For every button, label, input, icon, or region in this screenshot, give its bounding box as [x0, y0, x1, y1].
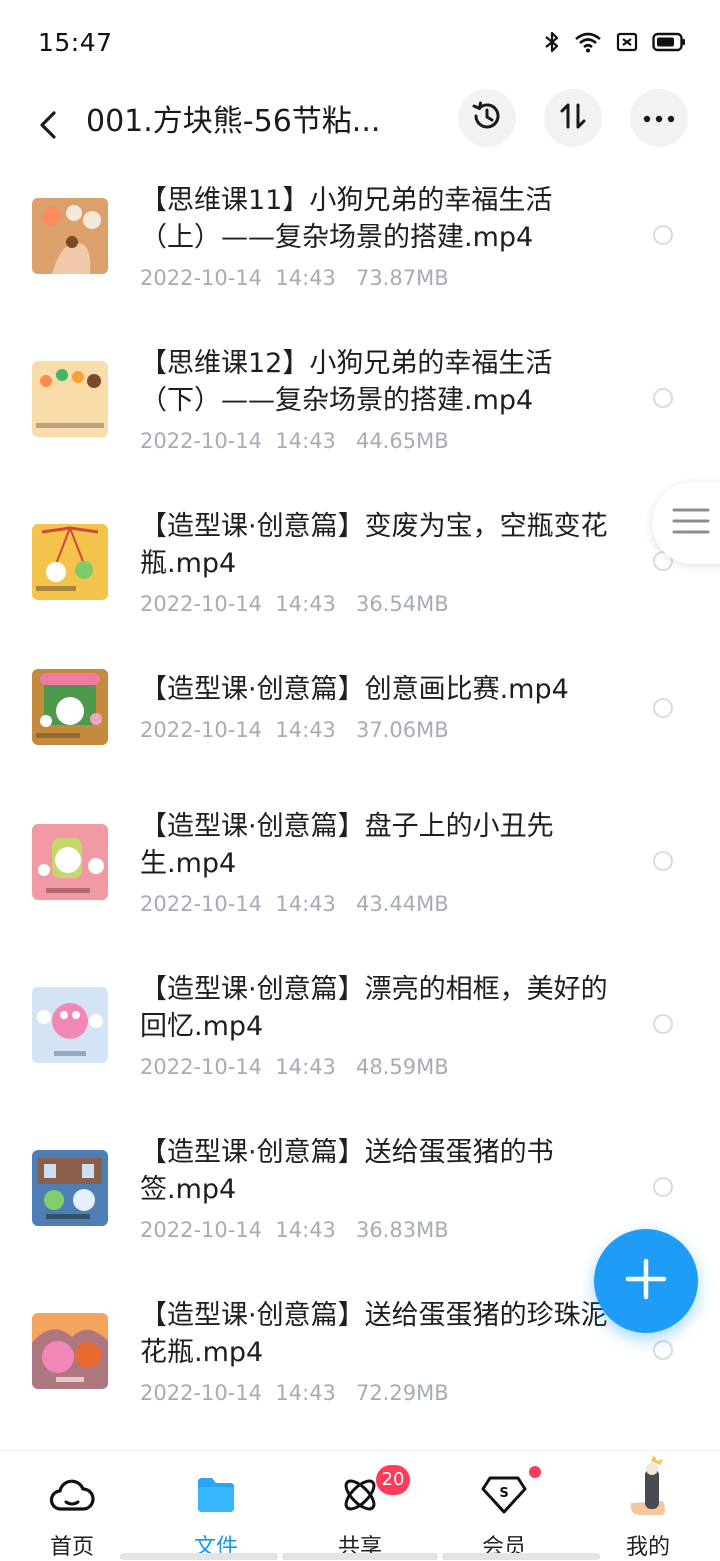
hamburger-icon [672, 506, 710, 540]
file-name: 【造型课·创意篇】送给蛋蛋猪的珍珠泥花瓶.mp4 [140, 1300, 608, 1368]
file-date: 2022-10-14 14:43 [140, 1381, 336, 1405]
file-date: 2022-10-14 14:43 [140, 892, 336, 916]
more-button[interactable] [630, 89, 688, 147]
file-date: 2022-10-14 14:43 [140, 266, 336, 290]
vip-notification-dot [529, 1466, 541, 1478]
gesture-bar [0, 1553, 720, 1560]
video-thumbnail [32, 1313, 108, 1389]
sort-button[interactable] [544, 89, 602, 147]
file-date: 2022-10-14 14:43 [140, 1218, 336, 1242]
file-meta: 2022-10-14 14:43 36.54MB [140, 592, 449, 616]
file-name: 【思维课12】小狗兄弟的幸福生活（下）——复杂场景的搭建.mp4 [140, 348, 553, 416]
select-radio[interactable] [653, 1177, 673, 1197]
wifi-icon [574, 31, 602, 57]
select-radio[interactable] [653, 388, 673, 408]
select-radio[interactable] [653, 851, 673, 871]
nav-files[interactable]: 文件 [144, 1451, 288, 1561]
history-button[interactable] [458, 89, 516, 147]
page-title: 001.方块熊-56节粘... [86, 104, 381, 139]
svg-text:S: S [499, 1486, 508, 1501]
file-date: 2022-10-14 14:43 [140, 592, 336, 616]
gesture-segment [120, 1553, 278, 1560]
file-row[interactable]: 【造型课·创意篇】漂亮的相框，美好的回忆.mp4 2022-10-14 14:4… [0, 969, 720, 1119]
file-date: 2022-10-14 14:43 [140, 429, 336, 453]
file-size: 36.54MB [355, 592, 449, 616]
add-fab-button[interactable] [594, 1229, 698, 1333]
sim-off-icon [616, 32, 638, 56]
file-meta: 2022-10-14 14:43 36.83MB [140, 1218, 449, 1242]
file-date: 2022-10-14 14:43 [140, 718, 336, 742]
select-radio[interactable] [653, 1340, 673, 1360]
file-meta: 2022-10-14 14:43 73.87MB [140, 266, 449, 290]
file-meta: 2022-10-14 14:43 48.59MB [140, 1055, 449, 1079]
file-name: 【造型课·创意篇】送给蛋蛋猪的书签.mp4 [140, 1137, 554, 1205]
header: 001.方块熊-56节粘... [0, 88, 720, 166]
video-thumbnail [32, 524, 108, 600]
file-name: 【造型课·创意篇】变废为宝，空瓶变花瓶.mp4 [140, 511, 608, 579]
nav-profile[interactable]: 我的 [576, 1451, 720, 1561]
sort-icon [556, 99, 590, 137]
more-icon [642, 109, 676, 128]
file-meta: 2022-10-14 14:43 37.06MB [140, 718, 449, 742]
share-badge: 20 [376, 1465, 410, 1495]
select-radio[interactable] [653, 225, 673, 245]
video-thumbnail [32, 198, 108, 274]
file-row[interactable]: 【造型课·创意篇】创意画比赛.mp4 2022-10-14 14:43 37.0… [0, 669, 720, 782]
file-name: 【造型课·创意篇】创意画比赛.mp4 [140, 674, 569, 705]
file-size: 36.83MB [355, 1218, 449, 1242]
file-row[interactable]: 【造型课·创意篇】变废为宝，空瓶变花瓶.mp4 2022-10-14 14:43… [0, 506, 720, 656]
bottom-nav: 首页 文件 共享 20 S 会员 我的 [0, 1450, 720, 1561]
chevron-left-icon [37, 110, 59, 144]
select-radio[interactable] [653, 698, 673, 718]
nav-share[interactable]: 共享 [288, 1451, 432, 1561]
file-name: 【造型课·创意篇】盘子上的小丑先生.mp4 [140, 811, 554, 879]
file-size: 37.06MB [355, 718, 449, 742]
video-thumbnail [32, 669, 108, 745]
history-icon [470, 99, 504, 137]
file-name: 【造型课·创意篇】漂亮的相框，美好的回忆.mp4 [140, 974, 608, 1042]
plus-icon [624, 1257, 668, 1305]
video-thumbnail [32, 824, 108, 900]
file-row[interactable]: 【思维课11】小狗兄弟的幸福生活（上）——复杂场景的搭建.mp4 2022-10… [0, 180, 720, 330]
file-size: 43.44MB [355, 892, 449, 916]
status-icons [544, 30, 686, 58]
video-thumbnail [32, 1150, 108, 1226]
folder-icon [192, 1471, 240, 1519]
file-size: 44.65MB [355, 429, 449, 453]
file-date: 2022-10-14 14:43 [140, 1055, 336, 1079]
file-row[interactable]: 【思维课12】小狗兄弟的幸福生活（下）——复杂场景的搭建.mp4 2022-10… [0, 343, 720, 493]
file-row[interactable]: 【造型课·创意篇】盘子上的小丑先生.mp4 2022-10-14 14:43 4… [0, 806, 720, 956]
file-name: 【思维课11】小狗兄弟的幸福生活（上）——复杂场景的搭建.mp4 [140, 185, 553, 253]
gesture-segment [442, 1553, 600, 1560]
video-thumbnail [32, 361, 108, 437]
status-bar: 15:47 [0, 0, 720, 88]
file-meta: 2022-10-14 14:43 72.29MB [140, 1381, 449, 1405]
status-time: 15:47 [38, 28, 113, 57]
avatar [623, 1455, 673, 1515]
bluetooth-icon [544, 30, 560, 58]
file-size: 72.29MB [355, 1381, 449, 1405]
back-button[interactable] [26, 100, 70, 154]
vip-diamond-icon: S [480, 1471, 528, 1519]
battery-icon [652, 32, 686, 56]
file-size: 48.59MB [355, 1055, 449, 1079]
file-meta: 2022-10-14 14:43 44.65MB [140, 429, 449, 453]
video-thumbnail [32, 987, 108, 1063]
select-radio[interactable] [653, 1014, 673, 1034]
file-meta: 2022-10-14 14:43 43.44MB [140, 892, 449, 916]
gesture-segment [282, 1553, 438, 1560]
nav-home[interactable]: 首页 [0, 1451, 144, 1561]
cloud-home-icon [48, 1471, 96, 1519]
file-size: 73.87MB [355, 266, 449, 290]
nav-vip[interactable]: S 会员 [432, 1451, 576, 1561]
